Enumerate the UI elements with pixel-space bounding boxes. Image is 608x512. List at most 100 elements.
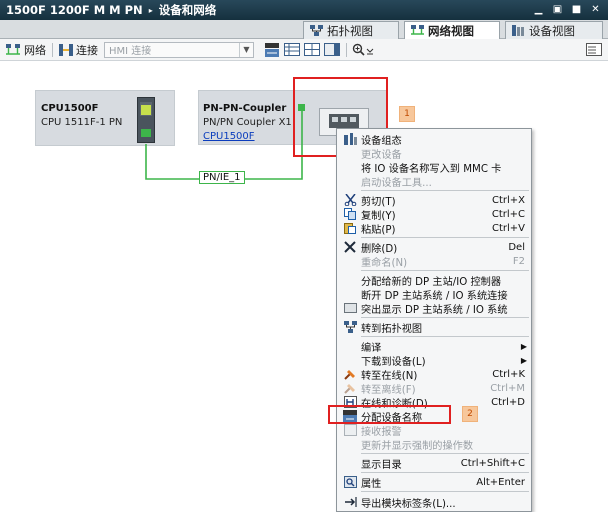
menu-item-label: 转至在线(N) (361, 370, 418, 382)
menu-item-label: 重命名(N) (361, 257, 408, 269)
menu-item-export-labels[interactable]: 导出模块标签条(L)... (337, 495, 531, 510)
tab-topology-view[interactable]: 拓扑视图 (303, 21, 399, 39)
title-bar: 1500F 1200F M M PN ▸ 设备和网络 ▁ ▣ ■ ✕ (0, 0, 608, 20)
menu-item-compile[interactable]: 编译 ▶ (337, 339, 531, 354)
toolbar-divider (52, 42, 53, 57)
menu-item-shortcut: Del (508, 241, 525, 253)
sidebar-toggle-button[interactable] (586, 43, 602, 57)
submenu-arrow-icon: ▶ (520, 341, 527, 351)
menu-item-go-online[interactable]: 转至在线(N) Ctrl+K (337, 367, 531, 382)
menu-item-label: 属性 (361, 478, 382, 490)
menu-item-label: 剪切(T) (361, 196, 396, 208)
connections-label: 连接 (76, 43, 98, 57)
menu-item-properties[interactable]: 属性 Alt+Enter (337, 475, 531, 490)
network-toolbar: 网络 连接 HMI 连接 ▼ (0, 39, 608, 61)
grid-view-button[interactable] (304, 43, 320, 57)
menu-item-label: 显示目录 (361, 459, 402, 471)
menu-item-start-device-tool[interactable]: 启动设备工具... (337, 174, 531, 189)
menu-item-shortcut: Ctrl+C (491, 208, 525, 220)
menu-item-label: 接收报警 (361, 426, 402, 438)
minimize-button[interactable]: ▁ (532, 2, 545, 16)
panel-view-button[interactable] (324, 43, 340, 57)
callout-badge-1: 1 (399, 106, 415, 122)
topology-icon (342, 320, 358, 334)
export-icon (342, 495, 358, 509)
menu-item-rename[interactable]: 重命名(N) F2 (337, 254, 531, 269)
menu-item-change-device[interactable]: 更改设备 (337, 146, 531, 161)
menu-item-label: 转到拓扑视图 (361, 323, 423, 335)
device-view-icon (512, 25, 524, 36)
go-offline-icon (342, 381, 358, 395)
restore-button[interactable]: ▣ (551, 2, 564, 16)
menu-item-label: 更改设备 (361, 149, 402, 161)
highlight-box-menu-item (328, 405, 451, 424)
menu-item-download[interactable]: 下载到设备(L) ▶ (337, 353, 531, 368)
window-controls: ▁ ▣ ■ ✕ (532, 2, 602, 16)
chevron-down-icon: ▼ (239, 42, 253, 57)
menu-item-write-name-to-mmc[interactable]: 将 IO 设备名称写入到 MMC 卡 (337, 160, 531, 175)
menu-item-go-offline[interactable]: 转至离线(F) Ctrl+M (337, 381, 531, 396)
tab-device-view[interactable]: 设备视图 (505, 21, 603, 39)
maximize-button[interactable]: ■ (570, 2, 583, 16)
connection-type-value: HMI 连接 (109, 46, 152, 57)
connections-button[interactable]: 连接 (59, 42, 98, 58)
go-online-icon (342, 367, 358, 381)
menu-item-label: 编译 (361, 342, 382, 354)
network-button[interactable]: 网络 (6, 42, 46, 58)
scissors-icon (342, 193, 358, 207)
receive-alarm-icon (342, 423, 358, 437)
network-label: 网络 (24, 43, 46, 57)
context-menu: 设备组态 更改设备 将 IO 设备名称写入到 MMC 卡 启动设备工具... 剪… (336, 128, 532, 512)
menu-divider (361, 270, 529, 271)
menu-item-update-forced-operands[interactable]: 更新并显示强制的操作数 (337, 437, 531, 452)
pn-ie-network-line (145, 108, 303, 180)
menu-item-go-topology[interactable]: 转到拓扑视图 (337, 320, 531, 335)
menu-item-receive-alarms[interactable]: 接收报警 (337, 423, 531, 438)
paste-icon (342, 221, 358, 235)
tab-device-label: 设备视图 (529, 23, 575, 38)
table-icon (284, 43, 300, 56)
connections-icon (59, 43, 73, 56)
properties-icon (342, 475, 358, 489)
callout-badge-2: 2 (462, 406, 478, 422)
menu-divider (361, 491, 529, 492)
close-button[interactable]: ✕ (589, 2, 602, 16)
menu-item-label: 导出模块标签条(L)... (361, 498, 456, 510)
project-title: 1500F 1200F M M PN (6, 3, 143, 17)
menu-item-label: 断开 DP 主站系统 / IO 系统连接 (361, 290, 508, 302)
menu-item-show-catalog[interactable]: 显示目录 Ctrl+Shift+C (337, 456, 531, 471)
menu-item-copy[interactable]: 复制(Y) Ctrl+C (337, 207, 531, 222)
menu-divider (361, 237, 529, 238)
menu-divider (361, 472, 529, 473)
submenu-arrow-icon: ▶ (520, 355, 527, 365)
panel-icon (324, 43, 340, 56)
menu-item-assign-master[interactable]: 分配给新的 DP 主站/IO 控制器 (337, 273, 531, 288)
menu-item-delete[interactable]: 删除(D) Del (337, 240, 531, 255)
network-label-pn-ie[interactable]: PN/IE_1 (199, 171, 245, 184)
device-config-icon (342, 132, 358, 146)
zoom-button[interactable] (351, 43, 375, 57)
menu-item-label: 设备组态 (361, 135, 402, 147)
section-title: 设备和网络 (158, 3, 217, 17)
tab-topology-label: 拓扑视图 (327, 23, 373, 38)
menu-item-paste[interactable]: 粘贴(P) Ctrl+V (337, 221, 531, 236)
menu-item-cut[interactable]: 剪切(T) Ctrl+X (337, 193, 531, 208)
menu-item-shortcut: Alt+Enter (476, 476, 525, 488)
menu-divider (361, 190, 529, 191)
menu-item-disconnect-io-system[interactable]: 断开 DP 主站系统 / IO 系统连接 (337, 287, 531, 302)
sidebar-toggle-icon (586, 43, 602, 56)
network-view-icon (411, 25, 424, 35)
menu-item-shortcut: Ctrl+Shift+C (460, 457, 525, 469)
menu-item-label: 启动设备工具... (361, 177, 432, 189)
menu-item-shortcut: F2 (512, 255, 525, 267)
menu-divider (361, 336, 529, 337)
menu-item-device-config[interactable]: 设备组态 (337, 132, 531, 147)
connection-type-select[interactable]: HMI 连接 ▼ (104, 41, 254, 58)
menu-item-highlight-io-system[interactable]: 突出显示 DP 主站系统 / IO 系统 (337, 301, 531, 316)
tab-network-view[interactable]: 网络视图 (404, 21, 500, 39)
name-assign-toolbar-button[interactable] (264, 42, 280, 57)
menu-divider (361, 317, 529, 318)
menu-item-shortcut: Ctrl+K (492, 368, 525, 380)
menu-item-label: 下载到设备(L) (361, 356, 426, 368)
table-view-button[interactable] (284, 43, 300, 57)
